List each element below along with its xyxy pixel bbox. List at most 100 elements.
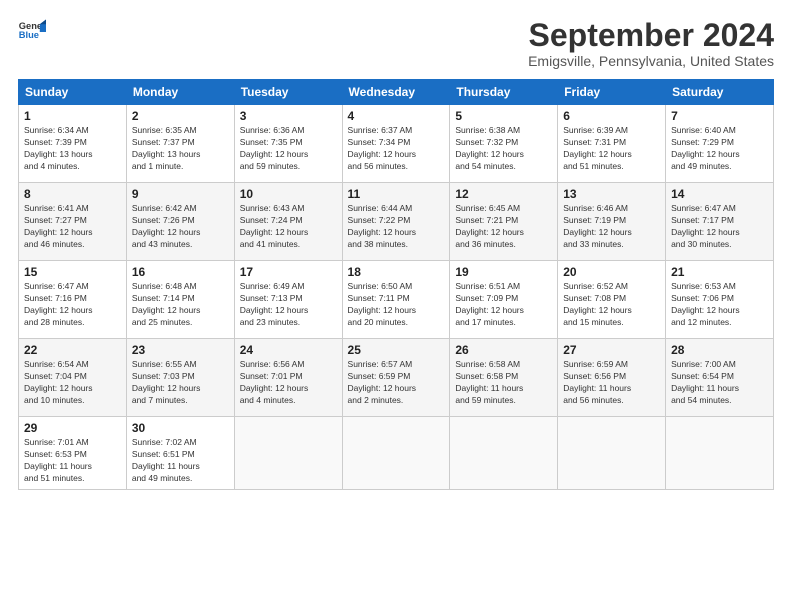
calendar-week-row-3: 15 Sunrise: 6:47 AM Sunset: 7:16 PM Dayli… — [19, 261, 774, 339]
day-info: Sunrise: 7:02 AM Sunset: 6:51 PM Dayligh… — [132, 437, 229, 485]
calendar-cell — [450, 417, 558, 490]
day-info: Sunrise: 6:48 AM Sunset: 7:14 PM Dayligh… — [132, 281, 229, 329]
day-number: 29 — [24, 421, 121, 435]
calendar: SundayMondayTuesdayWednesdayThursdayFrid… — [18, 79, 774, 490]
day-info: Sunrise: 6:47 AM Sunset: 7:16 PM Dayligh… — [24, 281, 121, 329]
title-block: September 2024 Emigsville, Pennsylvania,… — [528, 18, 774, 69]
calendar-cell: 22 Sunrise: 6:54 AM Sunset: 7:04 PM Dayli… — [19, 339, 127, 417]
day-number: 16 — [132, 265, 229, 279]
day-info: Sunrise: 6:45 AM Sunset: 7:21 PM Dayligh… — [455, 203, 552, 251]
day-number: 7 — [671, 109, 768, 123]
calendar-cell: 16 Sunrise: 6:48 AM Sunset: 7:14 PM Dayli… — [126, 261, 234, 339]
day-info: Sunrise: 6:34 AM Sunset: 7:39 PM Dayligh… — [24, 125, 121, 173]
day-info: Sunrise: 6:58 AM Sunset: 6:58 PM Dayligh… — [455, 359, 552, 407]
day-number: 15 — [24, 265, 121, 279]
day-number: 6 — [563, 109, 660, 123]
calendar-weekday-sunday: Sunday — [19, 80, 127, 105]
logo: General Blue — [18, 18, 46, 46]
day-info: Sunrise: 6:57 AM Sunset: 6:59 PM Dayligh… — [348, 359, 445, 407]
day-number: 13 — [563, 187, 660, 201]
calendar-cell: 10 Sunrise: 6:43 AM Sunset: 7:24 PM Dayli… — [234, 183, 342, 261]
calendar-cell: 14 Sunrise: 6:47 AM Sunset: 7:17 PM Dayli… — [666, 183, 774, 261]
calendar-week-row-4: 22 Sunrise: 6:54 AM Sunset: 7:04 PM Dayli… — [19, 339, 774, 417]
day-number: 28 — [671, 343, 768, 357]
day-info: Sunrise: 6:41 AM Sunset: 7:27 PM Dayligh… — [24, 203, 121, 251]
day-number: 19 — [455, 265, 552, 279]
day-info: Sunrise: 6:42 AM Sunset: 7:26 PM Dayligh… — [132, 203, 229, 251]
day-number: 9 — [132, 187, 229, 201]
calendar-cell: 12 Sunrise: 6:45 AM Sunset: 7:21 PM Dayli… — [450, 183, 558, 261]
svg-text:Blue: Blue — [19, 30, 39, 40]
calendar-cell: 27 Sunrise: 6:59 AM Sunset: 6:56 PM Dayli… — [558, 339, 666, 417]
day-info: Sunrise: 6:49 AM Sunset: 7:13 PM Dayligh… — [240, 281, 337, 329]
day-info: Sunrise: 6:55 AM Sunset: 7:03 PM Dayligh… — [132, 359, 229, 407]
day-info: Sunrise: 7:00 AM Sunset: 6:54 PM Dayligh… — [671, 359, 768, 407]
day-number: 2 — [132, 109, 229, 123]
day-number: 4 — [348, 109, 445, 123]
calendar-cell: 30 Sunrise: 7:02 AM Sunset: 6:51 PM Dayli… — [126, 417, 234, 490]
calendar-weekday-thursday: Thursday — [450, 80, 558, 105]
calendar-cell: 21Sunrise: 6:53 AM Sunset: 7:06 PM Dayli… — [666, 261, 774, 339]
day-number: 10 — [240, 187, 337, 201]
day-info: Sunrise: 6:37 AM Sunset: 7:34 PM Dayligh… — [348, 125, 445, 173]
calendar-week-row-5: 29 Sunrise: 7:01 AM Sunset: 6:53 PM Dayli… — [19, 417, 774, 490]
calendar-cell — [234, 417, 342, 490]
day-info: Sunrise: 6:59 AM Sunset: 6:56 PM Dayligh… — [563, 359, 660, 407]
day-number: 24 — [240, 343, 337, 357]
day-info: Sunrise: 6:39 AM Sunset: 7:31 PM Dayligh… — [563, 125, 660, 173]
day-info: Sunrise: 7:01 AM Sunset: 6:53 PM Dayligh… — [24, 437, 121, 485]
calendar-cell: 28 Sunrise: 7:00 AM Sunset: 6:54 PM Dayli… — [666, 339, 774, 417]
day-info: Sunrise: 6:38 AM Sunset: 7:32 PM Dayligh… — [455, 125, 552, 173]
month-title: September 2024 — [528, 18, 774, 53]
day-info: Sunrise: 6:43 AM Sunset: 7:24 PM Dayligh… — [240, 203, 337, 251]
calendar-cell: 7Sunrise: 6:40 AM Sunset: 7:29 PM Daylig… — [666, 105, 774, 183]
calendar-cell — [342, 417, 450, 490]
calendar-cell: 26 Sunrise: 6:58 AM Sunset: 6:58 PM Dayli… — [450, 339, 558, 417]
day-number: 23 — [132, 343, 229, 357]
calendar-cell: 29 Sunrise: 7:01 AM Sunset: 6:53 PM Dayli… — [19, 417, 127, 490]
day-info: Sunrise: 6:35 AM Sunset: 7:37 PM Dayligh… — [132, 125, 229, 173]
calendar-cell: 5 Sunrise: 6:38 AM Sunset: 7:32 PM Daylig… — [450, 105, 558, 183]
day-number: 22 — [24, 343, 121, 357]
day-info: Sunrise: 6:46 AM Sunset: 7:19 PM Dayligh… — [563, 203, 660, 251]
calendar-cell: 11Sunrise: 6:44 AM Sunset: 7:22 PM Dayli… — [342, 183, 450, 261]
day-number: 30 — [132, 421, 229, 435]
calendar-weekday-tuesday: Tuesday — [234, 80, 342, 105]
day-info: Sunrise: 6:53 AM Sunset: 7:06 PM Dayligh… — [671, 281, 768, 329]
day-number: 5 — [455, 109, 552, 123]
day-number: 8 — [24, 187, 121, 201]
calendar-cell: 19 Sunrise: 6:51 AM Sunset: 7:09 PM Dayli… — [450, 261, 558, 339]
calendar-cell: 17 Sunrise: 6:49 AM Sunset: 7:13 PM Dayli… — [234, 261, 342, 339]
calendar-cell — [558, 417, 666, 490]
day-info: Sunrise: 6:56 AM Sunset: 7:01 PM Dayligh… — [240, 359, 337, 407]
day-info: Sunrise: 6:54 AM Sunset: 7:04 PM Dayligh… — [24, 359, 121, 407]
day-info: Sunrise: 6:51 AM Sunset: 7:09 PM Dayligh… — [455, 281, 552, 329]
calendar-cell — [666, 417, 774, 490]
calendar-weekday-wednesday: Wednesday — [342, 80, 450, 105]
calendar-week-row-2: 8 Sunrise: 6:41 AM Sunset: 7:27 PM Daylig… — [19, 183, 774, 261]
day-number: 25 — [348, 343, 445, 357]
calendar-weekday-saturday: Saturday — [666, 80, 774, 105]
calendar-cell: 13 Sunrise: 6:46 AM Sunset: 7:19 PM Dayli… — [558, 183, 666, 261]
calendar-cell: 8 Sunrise: 6:41 AM Sunset: 7:27 PM Daylig… — [19, 183, 127, 261]
day-number: 14 — [671, 187, 768, 201]
day-number: 3 — [240, 109, 337, 123]
day-info: Sunrise: 6:47 AM Sunset: 7:17 PM Dayligh… — [671, 203, 768, 251]
calendar-weekday-friday: Friday — [558, 80, 666, 105]
calendar-header-row: SundayMondayTuesdayWednesdayThursdayFrid… — [19, 80, 774, 105]
location: Emigsville, Pennsylvania, United States — [528, 53, 774, 69]
day-number: 27 — [563, 343, 660, 357]
calendar-week-row-1: 1Sunrise: 6:34 AM Sunset: 7:39 PM Daylig… — [19, 105, 774, 183]
logo-icon: General Blue — [18, 18, 46, 46]
day-number: 17 — [240, 265, 337, 279]
day-number: 12 — [455, 187, 552, 201]
calendar-cell: 3 Sunrise: 6:36 AM Sunset: 7:35 PM Daylig… — [234, 105, 342, 183]
day-info: Sunrise: 6:52 AM Sunset: 7:08 PM Dayligh… — [563, 281, 660, 329]
calendar-cell: 1Sunrise: 6:34 AM Sunset: 7:39 PM Daylig… — [19, 105, 127, 183]
calendar-cell: 25 Sunrise: 6:57 AM Sunset: 6:59 PM Dayli… — [342, 339, 450, 417]
day-info: Sunrise: 6:36 AM Sunset: 7:35 PM Dayligh… — [240, 125, 337, 173]
calendar-cell: 6 Sunrise: 6:39 AM Sunset: 7:31 PM Daylig… — [558, 105, 666, 183]
calendar-cell: 15 Sunrise: 6:47 AM Sunset: 7:16 PM Dayli… — [19, 261, 127, 339]
day-number: 11 — [348, 187, 445, 201]
day-number: 26 — [455, 343, 552, 357]
